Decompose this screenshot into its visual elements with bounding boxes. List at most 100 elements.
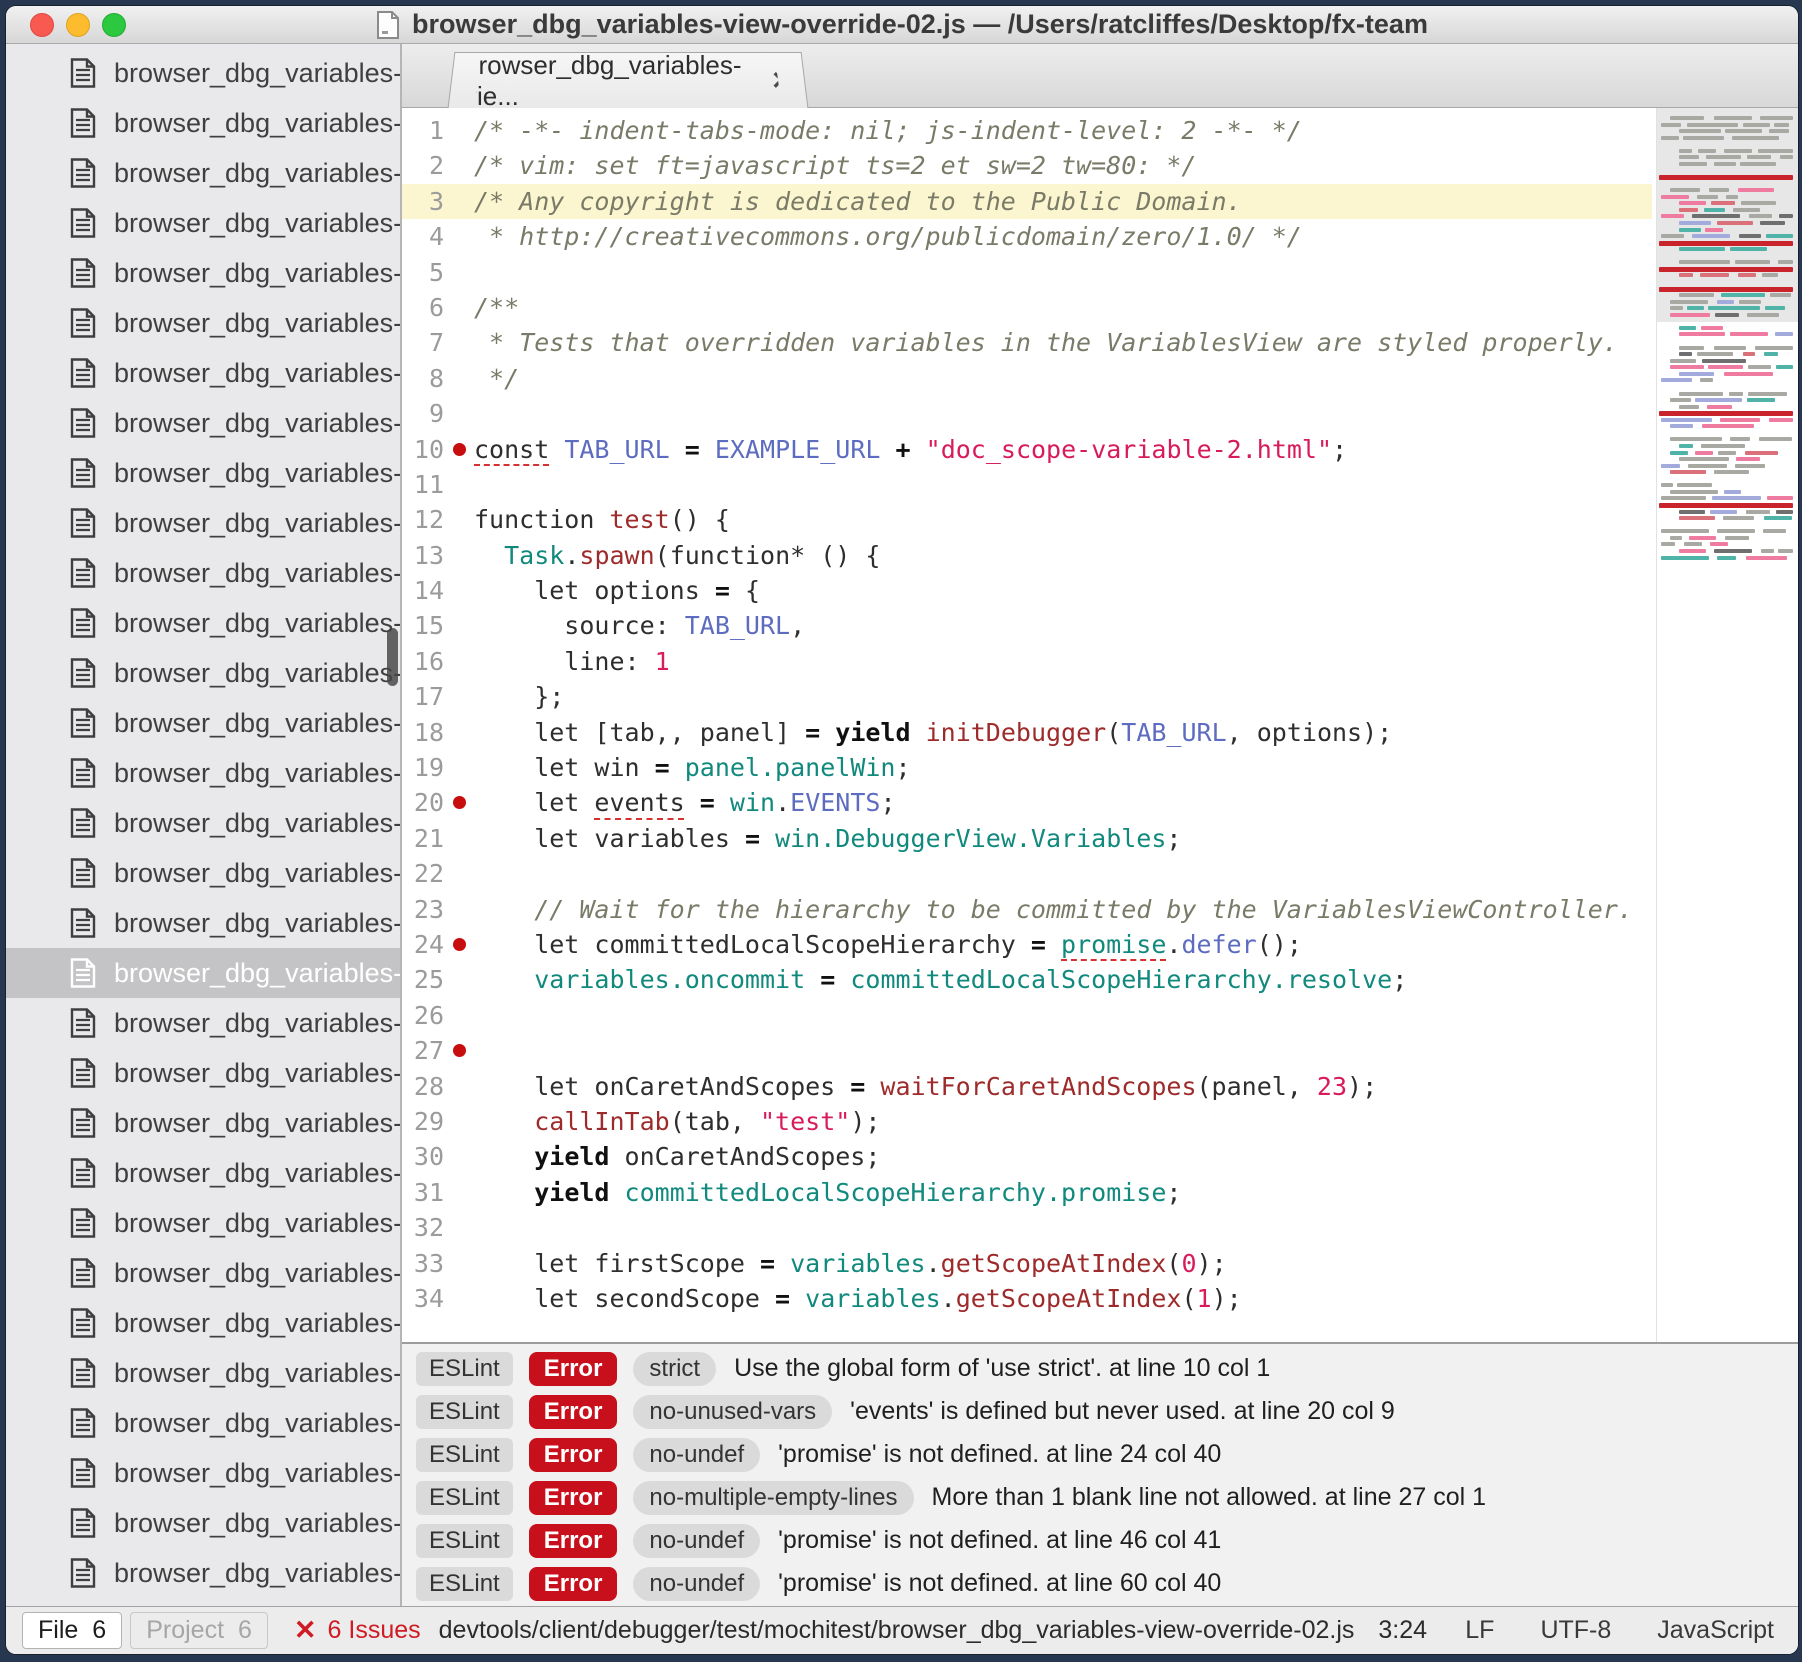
line-number[interactable]: 23 — [402, 892, 448, 927]
line-number[interactable]: 33 — [402, 1246, 448, 1281]
line-number[interactable]: 30 — [402, 1139, 448, 1174]
line-number[interactable]: 22 — [402, 856, 448, 891]
line-number[interactable]: 10 — [402, 432, 448, 467]
minimize-window-button[interactable] — [66, 13, 90, 37]
sidebar-file-item[interactable]: browser_dbg_variables-view- — [6, 1298, 400, 1348]
language-indicator[interactable]: JavaScript — [1657, 1616, 1774, 1645]
code-line[interactable]: 1/* -*- indent-tabs-mode: nil; js-indent… — [402, 113, 1652, 148]
line-number[interactable]: 32 — [402, 1210, 448, 1245]
line-number[interactable]: 12 — [402, 502, 448, 537]
sidebar-file-item[interactable]: browser_dbg_variables-view- — [6, 548, 400, 598]
code-line[interactable]: 15 source: TAB_URL, — [402, 608, 1652, 643]
code-line[interactable]: 7 * Tests that overridden variables in t… — [402, 325, 1652, 360]
code-line[interactable]: 26 — [402, 998, 1652, 1033]
line-number[interactable]: 15 — [402, 608, 448, 643]
code-line[interactable]: 2/* vim: set ft=javascript ts=2 et sw=2 … — [402, 148, 1652, 183]
line-number[interactable]: 2 — [402, 148, 448, 183]
sidebar-file-item[interactable]: browser_dbg_variables-view- — [6, 198, 400, 248]
line-number[interactable]: 26 — [402, 998, 448, 1033]
sidebar-file-item[interactable]: browser_dbg_variables-view- — [6, 1398, 400, 1448]
error-dot[interactable] — [448, 432, 474, 467]
lint-issue-row[interactable]: ESLintErrorno-undef'promise' is not defi… — [416, 1562, 1798, 1605]
sidebar-file-item[interactable]: browser_dbg_variables-view- — [6, 1248, 400, 1298]
issues-indicator[interactable]: ✕ 6 Issues — [294, 1615, 421, 1646]
line-number[interactable]: 27 — [402, 1033, 448, 1068]
code-line[interactable]: 21 let variables = win.DebuggerView.Vari… — [402, 821, 1652, 856]
lint-issue-row[interactable]: ESLintErrorstrictUse the global form of … — [416, 1347, 1798, 1390]
code-line[interactable]: 28 let onCaretAndScopes = waitForCaretAn… — [402, 1069, 1652, 1104]
code-line[interactable]: 25 variables.oncommit = committedLocalSc… — [402, 962, 1652, 997]
line-number[interactable]: 16 — [402, 644, 448, 679]
line-number[interactable]: 9 — [402, 396, 448, 431]
code-line[interactable]: 33 let firstScope = variables.getScopeAt… — [402, 1246, 1652, 1281]
sidebar-file-item[interactable]: browser_dbg_variables-view- — [6, 248, 400, 298]
tab-close-icon[interactable]: ✕ — [771, 66, 792, 96]
code-line[interactable]: 12function test() { — [402, 502, 1652, 537]
code-line[interactable]: 10const TAB_URL = EXAMPLE_URL + "doc_sco… — [402, 432, 1652, 467]
sidebar-file-item[interactable]: browser_dbg_variables-view- — [6, 1198, 400, 1248]
code-line[interactable]: 16 line: 1 — [402, 644, 1652, 679]
sidebar-file-item[interactable]: browser_dbg_variables-view- — [6, 398, 400, 448]
code-line[interactable]: 17 }; — [402, 679, 1652, 714]
zoom-window-button[interactable] — [102, 13, 126, 37]
sidebar-file-item[interactable]: browser_dbg_variables-view- — [6, 1448, 400, 1498]
code-line[interactable]: 22 — [402, 856, 1652, 891]
sidebar-file-item[interactable]: browser_dbg_variables-view- — [6, 498, 400, 548]
line-number[interactable]: 11 — [402, 467, 448, 502]
code-line[interactable]: 24 let committedLocalScopeHierarchy = pr… — [402, 927, 1652, 962]
line-number[interactable]: 7 — [402, 325, 448, 360]
code-line[interactable]: 9 — [402, 396, 1652, 431]
line-number[interactable]: 1 — [402, 113, 448, 148]
encoding-indicator[interactable]: UTF-8 — [1540, 1616, 1611, 1645]
line-number[interactable]: 6 — [402, 290, 448, 325]
line-number[interactable]: 5 — [402, 255, 448, 290]
code-line[interactable]: 20 let events = win.EVENTS; — [402, 785, 1652, 820]
code-line[interactable]: 3/* Any copyright is dedicated to the Pu… — [402, 184, 1652, 219]
code-line[interactable]: 11 — [402, 467, 1652, 502]
sidebar-file-item[interactable]: browser_dbg_variables-view- — [6, 1098, 400, 1148]
sidebar-file-item[interactable]: browser_dbg_variables-view- — [6, 848, 400, 898]
code-editor[interactable]: 1/* -*- indent-tabs-mode: nil; js-indent… — [402, 108, 1798, 1342]
lint-issue-row[interactable]: ESLintErrorno-undef'promise' is not defi… — [416, 1433, 1798, 1476]
code-line[interactable]: 8 */ — [402, 361, 1652, 396]
code-line[interactable]: 27 — [402, 1033, 1652, 1068]
line-number[interactable]: 8 — [402, 361, 448, 396]
sidebar-file-item[interactable]: browser_dbg_variables-view- — [6, 298, 400, 348]
line-number[interactable]: 28 — [402, 1069, 448, 1104]
sidebar-file-item[interactable]: browser_dbg_variables-view- — [6, 748, 400, 798]
code-line[interactable]: 29 callInTab(tab, "test"); — [402, 1104, 1652, 1139]
line-number[interactable]: 21 — [402, 821, 448, 856]
sidebar-file-item[interactable]: browser_dbg_variables-view- — [6, 598, 400, 648]
lint-issue-row[interactable]: ESLintErrorno-undef'promise' is not defi… — [416, 1519, 1798, 1562]
error-dot[interactable] — [448, 927, 474, 962]
sidebar-file-item[interactable]: browser_dbg_variables-view- — [6, 148, 400, 198]
code-line[interactable]: 23 // Wait for the hierarchy to be commi… — [402, 892, 1652, 927]
line-number[interactable]: 25 — [402, 962, 448, 997]
lint-issue-row[interactable]: ESLintErrorno-multiple-empty-linesMore t… — [416, 1476, 1798, 1519]
sidebar-scrollbar-thumb[interactable] — [387, 628, 398, 686]
sidebar-file-item[interactable]: browser_dbg_variables-view- — [6, 948, 400, 998]
sidebar-file-item[interactable]: browser_dbg_variables-view- — [6, 648, 400, 698]
line-number[interactable]: 18 — [402, 715, 448, 750]
sidebar-file-item[interactable]: browser_dbg_variables-view- — [6, 1498, 400, 1548]
sidebar-file-item[interactable]: browser_dbg_variables-view- — [6, 48, 400, 98]
line-number[interactable]: 3 — [402, 184, 448, 219]
close-window-button[interactable] — [30, 13, 54, 37]
line-number[interactable]: 29 — [402, 1104, 448, 1139]
line-ending-indicator[interactable]: LF — [1465, 1616, 1494, 1645]
line-number[interactable]: 4 — [402, 219, 448, 254]
sidebar-file-item[interactable]: browser_dbg_variables-view- — [6, 1348, 400, 1398]
line-number[interactable]: 20 — [402, 785, 448, 820]
line-number[interactable]: 24 — [402, 927, 448, 962]
code-line[interactable]: 6/** — [402, 290, 1652, 325]
cursor-position-label[interactable]: 3:24 — [1378, 1616, 1427, 1645]
line-number[interactable]: 14 — [402, 573, 448, 608]
error-dot[interactable] — [448, 1033, 474, 1068]
sidebar-file-item[interactable]: browser_dbg_variables-view- — [6, 448, 400, 498]
issues-scope-file-button[interactable]: File 6 — [22, 1612, 122, 1649]
sidebar-file-item[interactable]: browser_dbg_variables-view- — [6, 1548, 400, 1598]
code-line[interactable]: 14 let options = { — [402, 573, 1652, 608]
code-line[interactable]: 18 let [tab,, panel] = yield initDebugge… — [402, 715, 1652, 750]
sidebar-file-item[interactable]: browser_dbg_variables-view- — [6, 98, 400, 148]
code-line[interactable]: 19 let win = panel.panelWin; — [402, 750, 1652, 785]
